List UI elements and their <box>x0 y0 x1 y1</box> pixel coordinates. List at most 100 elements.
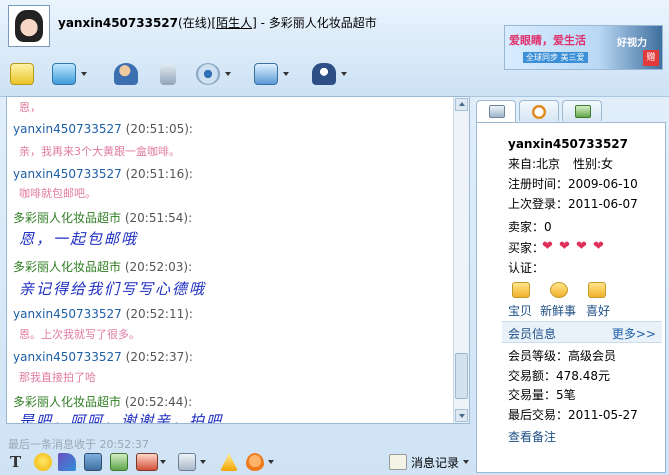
shortcut-favorites[interactable]: 喜好 <box>586 302 610 319</box>
vip-title: 会员信息 <box>508 327 557 341</box>
message-sender: 多彩丽人化妆品超市 <box>13 211 122 225</box>
profile-from: 来自:北京 <box>508 157 561 171</box>
profile-buyer: 买家： <box>508 241 545 255</box>
history-dropdown-icon <box>463 460 470 464</box>
webcam-button[interactable] <box>196 62 231 86</box>
avatar[interactable] <box>8 5 50 47</box>
message-header: yanxin450733527 (20:52:11): <box>13 307 193 321</box>
stranger-tag[interactable]: 陌生人 <box>216 16 252 30</box>
scroll-up-icon[interactable] <box>455 98 468 111</box>
notes-button[interactable] <box>10 62 34 86</box>
message-header: yanxin450733527 (20:52:37): <box>13 350 193 364</box>
message-sender: yanxin450733527 <box>13 167 122 181</box>
scroll-thumb[interactable] <box>455 353 468 399</box>
message-header: 多彩丽人化妆品超市 (20:51:54): <box>13 209 192 226</box>
message-sender: 多彩丽人化妆品超市 <box>13 260 122 274</box>
flower-icon[interactable] <box>246 453 264 471</box>
arrow-box-icon <box>575 105 591 118</box>
treasure-icon[interactable] <box>512 282 530 298</box>
magic-icon[interactable] <box>58 453 76 471</box>
message-text: 恩， <box>19 101 41 114</box>
message-sender: yanxin450733527 <box>13 122 122 136</box>
view-notes-link[interactable]: 查看备注 <box>508 428 556 445</box>
tab-profile[interactable] <box>476 100 516 122</box>
shake-dropdown[interactable] <box>198 453 208 471</box>
shake-icon[interactable] <box>178 453 196 471</box>
history-label: 消息记录 <box>411 455 460 470</box>
file-transfer-dropdown-icon[interactable] <box>81 72 87 76</box>
bell-icon[interactable] <box>220 453 238 471</box>
scroll-down-icon[interactable] <box>455 409 468 422</box>
security-icon <box>312 63 336 85</box>
avatar-image <box>15 10 43 42</box>
remote-assist-dropdown-icon[interactable] <box>283 72 289 76</box>
message-text: 恩，一起包邮哦 <box>19 230 139 248</box>
image-dropdown[interactable] <box>158 453 168 471</box>
im-chat-window: yanxin450733527(在线)[陌生人] - 多彩丽人化妆品超市 爱眼睛… <box>0 0 669 475</box>
font-icon[interactable]: T <box>10 453 28 471</box>
security-button[interactable] <box>312 62 347 86</box>
buyer-rating[interactable]: ❤ ❤ ❤ ❤ <box>542 239 610 254</box>
favorites-icon[interactable] <box>588 282 606 298</box>
message-text: 咖啡就包邮吧。 <box>19 187 96 200</box>
heart-icon: ❤ <box>559 239 570 254</box>
message-time: (20:52:44): <box>124 395 193 409</box>
chat-scrollbar[interactable] <box>453 97 469 423</box>
message-sender: 多彩丽人化妆品超市 <box>13 395 122 409</box>
add-contact-icon <box>114 63 138 85</box>
tab-transfer[interactable] <box>562 100 602 121</box>
heart-icon: ❤ <box>576 239 587 254</box>
news-icon[interactable] <box>550 282 568 298</box>
message-text: 是吧，呵呵，谢谢亲，拍吧 <box>19 412 224 424</box>
webcam-dropdown-icon[interactable] <box>225 72 231 76</box>
message-history-button[interactable]: 消息记录 <box>389 451 470 473</box>
flower-dropdown-icon <box>268 460 274 464</box>
vip-more-link[interactable]: 更多>> <box>612 325 656 342</box>
chat-history[interactable]: 恩， yanxin450733527 (20:51:05): 亲，我再来3个大黄… <box>6 96 470 424</box>
image-icon[interactable] <box>136 453 158 471</box>
message-header: 多彩丽人化妆品超市 (20:52:44): <box>13 393 192 410</box>
voice-icon <box>160 63 176 85</box>
message-time: (20:51:16): <box>125 167 193 181</box>
add-contact-button[interactable] <box>114 62 138 86</box>
file-transfer-button[interactable] <box>52 62 87 86</box>
trade-amount: 交易额：478.48元 <box>508 369 610 383</box>
image-dropdown-icon <box>160 460 166 464</box>
vip-level: 会员等级：高级会员 <box>508 349 617 363</box>
shortcut-treasure[interactable]: 宝贝 <box>508 302 532 319</box>
contact-username: yanxin450733527 <box>58 16 179 30</box>
flower-dropdown[interactable] <box>266 453 276 471</box>
notes-icon <box>10 63 34 85</box>
send-file-icon[interactable] <box>110 453 128 471</box>
remote-assist-button[interactable] <box>254 62 289 86</box>
trade-count: 交易量：5笔 <box>508 388 576 402</box>
message-header: yanxin450733527 (20:51:16): <box>13 167 193 181</box>
voice-button[interactable] <box>156 62 176 86</box>
ad-line3: 好视力 <box>617 38 647 49</box>
message-list: 恩， yanxin450733527 (20:51:05): 亲，我再来3个大黄… <box>7 97 453 423</box>
profile-tabs <box>476 100 666 122</box>
ad-badge: 赠 <box>643 50 659 66</box>
input-toolbar: T 消息记录 <box>6 451 470 473</box>
shortcut-news[interactable]: 新鲜事 <box>540 302 576 319</box>
profile-panel: yanxin450733527 来自:北京 性别:女 注册时间：2009-06-… <box>476 122 666 473</box>
tab-history[interactable] <box>519 100 559 121</box>
message-text: 恩。上次我就写了很多。 <box>19 328 140 341</box>
shake-dropdown-icon <box>200 460 206 464</box>
message-time: (20:52:37): <box>125 350 193 364</box>
contact-status: (在线) <box>178 16 212 30</box>
store-title: - 多彩丽人化妆品超市 <box>260 16 377 30</box>
ad-line1: 爱眼睛，爱生活 <box>509 34 586 47</box>
screenshot-icon[interactable] <box>84 453 102 471</box>
heart-icon: ❤ <box>542 239 553 254</box>
message-time: (20:51:05): <box>125 122 193 136</box>
emoticon-icon[interactable] <box>34 453 52 471</box>
profile-seller: 卖家：0 <box>508 220 552 234</box>
message-time: (20:51:54): <box>124 211 193 225</box>
message-sender: yanxin450733527 <box>13 350 122 364</box>
remote-assist-icon <box>254 63 278 85</box>
security-dropdown-icon[interactable] <box>341 72 347 76</box>
ad-banner[interactable]: 爱眼睛，爱生活 全球同步 美三爱 好视力 赠 <box>504 25 663 70</box>
last-trade: 最后交易：2011-05-27 <box>508 408 638 422</box>
vip-info-header: 会员信息 更多>> <box>502 321 662 343</box>
